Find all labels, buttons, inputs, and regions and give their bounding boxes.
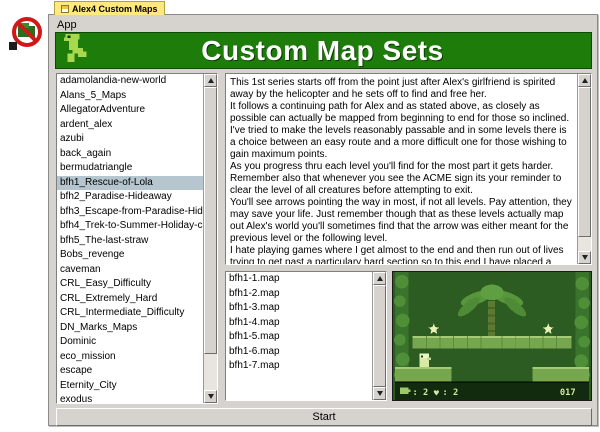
map-file-item[interactable]: bfh1-4.map xyxy=(226,316,372,331)
map-set-item[interactable]: azubi xyxy=(57,132,203,147)
map-set-item[interactable]: bermudatriangle xyxy=(57,161,203,176)
alex-sprite-icon xyxy=(62,32,90,69)
level-preview-svg: : 2 ♥ : 2 017 xyxy=(393,272,591,400)
scroll-up-button[interactable] xyxy=(578,74,591,87)
map-file-item[interactable]: bfh1-5.map xyxy=(226,330,372,345)
map-set-item[interactable]: CRL_Extremely_Hard xyxy=(57,292,203,307)
hud-lives-count: : 2 xyxy=(412,388,428,398)
scroll-down-button[interactable] xyxy=(578,251,591,264)
scroll-down-button[interactable] xyxy=(373,387,386,400)
map-set-item[interactable]: caveman xyxy=(57,263,203,278)
scroll-up-button[interactable] xyxy=(204,74,217,87)
map-set-item[interactable]: CRL_Intermediate_Difficulty xyxy=(57,306,203,321)
map-set-item[interactable]: escape xyxy=(57,364,203,379)
map-set-items: adamolandia-new-worldAlans_5_MapsAllegat… xyxy=(57,74,203,403)
scroll-down-button[interactable] xyxy=(204,390,217,403)
map-set-item[interactable]: AllegatorAdventure xyxy=(57,103,203,118)
page-title: Custom Map Sets xyxy=(90,35,555,67)
map-set-item[interactable]: exodus xyxy=(57,393,203,403)
map-files-scrollbar[interactable] xyxy=(372,272,386,400)
map-file-item[interactable]: bfh1-2.map xyxy=(226,287,372,302)
map-set-item[interactable]: bfh3_Escape-from-Paradise-Hideaway xyxy=(57,205,203,220)
scroll-thumb[interactable] xyxy=(204,87,217,354)
map-set-item[interactable]: Bobs_revenge xyxy=(57,248,203,263)
level-preview-image: : 2 ♥ : 2 017 xyxy=(392,271,592,401)
map-set-item[interactable]: ardent_alex xyxy=(57,118,203,133)
map-file-items: bfh1-1.mapbfh1-2.mapbfh1-3.mapbfh1-4.map… xyxy=(226,272,372,400)
map-set-item[interactable]: bfh4_Trek-to-Summer-Holiday-camp xyxy=(57,219,203,234)
map-file-item[interactable]: bfh1-3.map xyxy=(226,301,372,316)
map-file-item[interactable]: bfh1-7.map xyxy=(226,359,372,374)
map-file-item[interactable]: bfh1-6.map xyxy=(226,345,372,360)
map-set-list[interactable]: adamolandia-new-worldAlans_5_MapsAllegat… xyxy=(56,73,218,404)
menu-app[interactable]: App xyxy=(49,17,85,33)
map-set-item[interactable]: DN_Marks_Maps xyxy=(57,321,203,336)
no-sign-icon xyxy=(8,13,46,51)
window-tab[interactable]: Alex4 Custom Maps xyxy=(54,1,165,15)
map-set-item[interactable]: bfh1_Rescue-of-Lola xyxy=(57,176,203,191)
map-set-item[interactable]: CRL_Easy_Difficulty xyxy=(57,277,203,292)
window-title: Alex4 Custom Maps xyxy=(72,4,158,14)
description-text: This 1st series starts off from the poin… xyxy=(226,74,576,264)
description-panel[interactable]: This 1st series starts off from the poin… xyxy=(225,73,592,265)
desktop: Alex4 Custom Maps App xyxy=(0,0,600,432)
app-window: App Custom Map Sets xyxy=(48,14,598,426)
app-shortcut-icon[interactable] xyxy=(8,13,46,51)
map-set-item[interactable]: eco_mission xyxy=(57,350,203,365)
menu-bar: App xyxy=(49,15,597,32)
start-button[interactable]: Start xyxy=(56,408,592,426)
hud-score: 017 xyxy=(560,388,576,398)
map-set-item[interactable]: Alans_5_Maps xyxy=(57,89,203,104)
map-set-item[interactable]: back_again xyxy=(57,147,203,162)
scroll-thumb[interactable] xyxy=(373,285,386,387)
hud-health-count: : 2 xyxy=(443,388,459,398)
scroll-up-button[interactable] xyxy=(373,272,386,285)
window-tab-icon xyxy=(61,5,69,13)
map-files-list[interactable]: bfh1-1.mapbfh1-2.mapbfh1-3.mapbfh1-4.map… xyxy=(225,271,387,401)
map-set-item[interactable]: Eternity_City xyxy=(57,379,203,394)
heart-icon: ♥ xyxy=(434,389,440,399)
map-set-item[interactable]: bfh2_Paradise-Hideaway xyxy=(57,190,203,205)
map-set-item[interactable]: Dominic xyxy=(57,335,203,350)
description-scrollbar[interactable] xyxy=(577,74,591,264)
map-set-item[interactable]: adamolandia-new-world xyxy=(57,74,203,89)
map-set-scrollbar[interactable] xyxy=(203,74,217,403)
header-banner: Custom Map Sets xyxy=(55,32,592,69)
map-set-item[interactable]: bfh5_The-last-straw xyxy=(57,234,203,249)
map-file-item[interactable]: bfh1-1.map xyxy=(226,272,372,287)
scroll-thumb[interactable] xyxy=(578,87,591,237)
